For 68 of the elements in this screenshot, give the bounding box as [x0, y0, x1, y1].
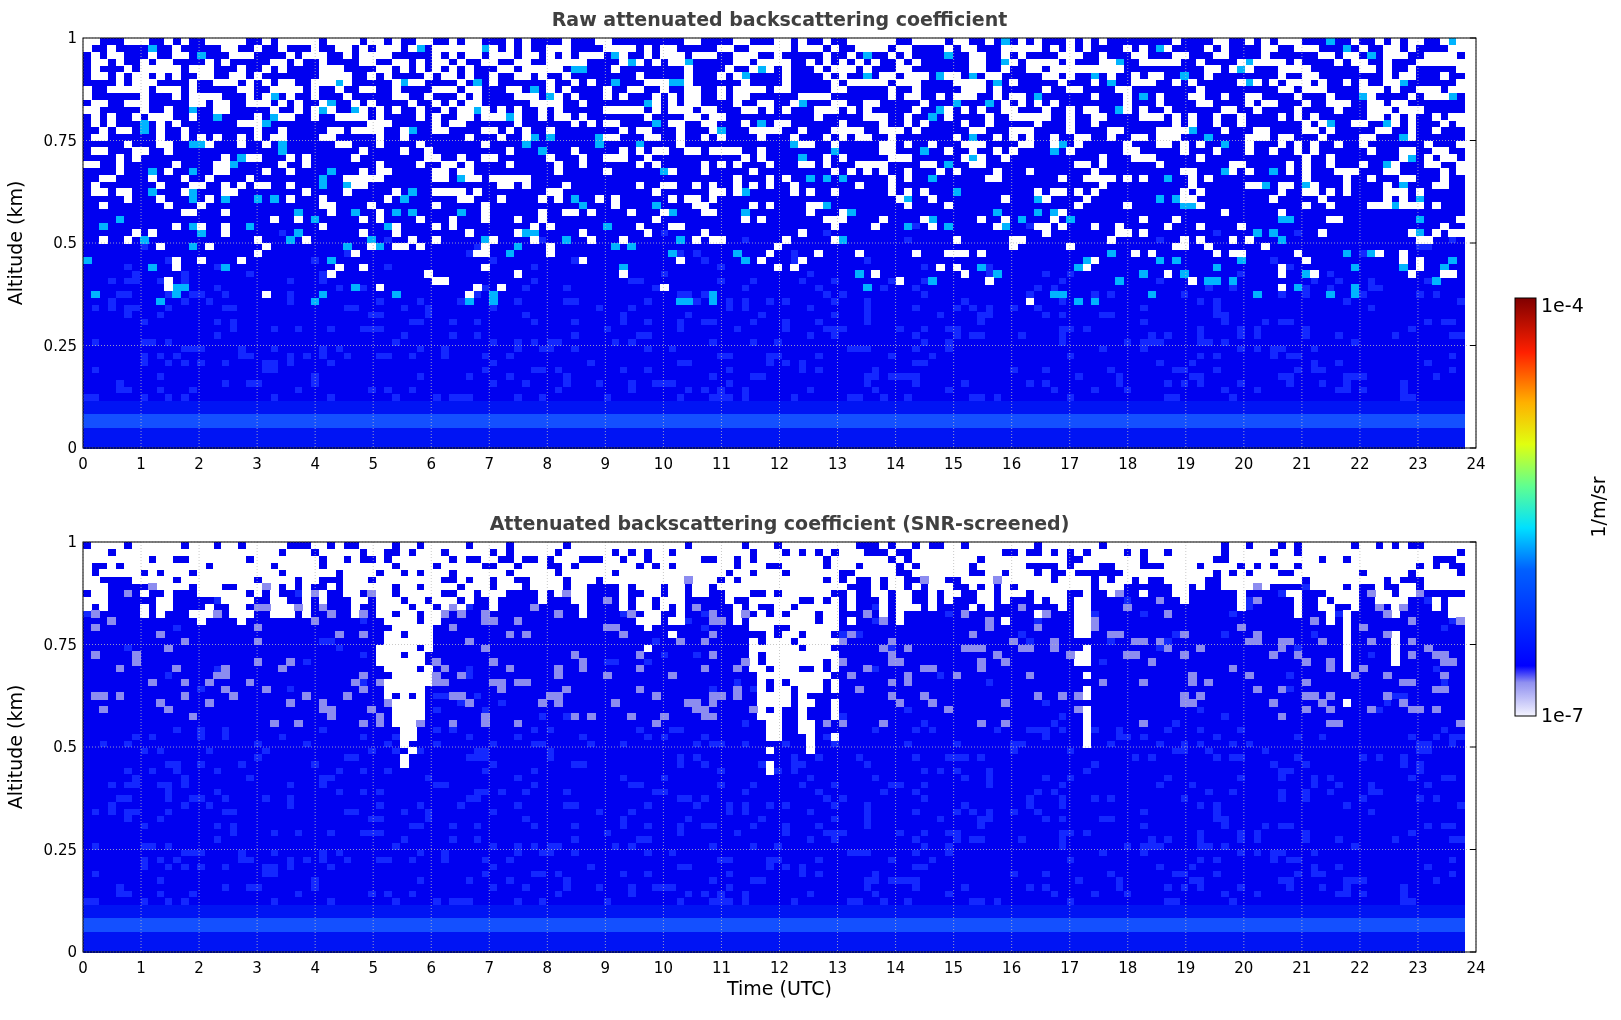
- x-tick-label: 2: [194, 959, 204, 977]
- y-axis-label: Altitude (km): [4, 180, 26, 306]
- x-tick-label: 17: [1060, 959, 1080, 977]
- x-tick-label: 10: [653, 455, 673, 473]
- x-tick-label: 18: [1118, 455, 1138, 473]
- y-tick-label: 1: [67, 29, 77, 47]
- y-axis-label: Altitude (km): [4, 684, 26, 810]
- y-tick-label: 1: [67, 533, 77, 551]
- x-tick-label: 11: [711, 959, 731, 977]
- x-tick-label: 9: [600, 455, 611, 473]
- x-tick-label: 13: [828, 959, 848, 977]
- x-tick-label: 10: [653, 959, 673, 977]
- x-tick-label: 23: [1408, 455, 1428, 473]
- x-tick-label: 9: [600, 959, 611, 977]
- x-tick-label: 24: [1466, 455, 1486, 473]
- x-tick-label: 11: [711, 455, 731, 473]
- y-tick-label: 0.25: [43, 336, 77, 355]
- y-tick-label: 0.75: [43, 635, 77, 654]
- x-tick-label: 22: [1350, 959, 1370, 977]
- x-tick-label: 15: [944, 455, 964, 473]
- x-tick-label: 19: [1176, 959, 1196, 977]
- x-tick-label: 1: [136, 455, 146, 473]
- x-tick-label: 20: [1234, 959, 1254, 977]
- x-tick-label: 20: [1234, 455, 1254, 473]
- x-tick-label: 18: [1118, 959, 1138, 977]
- x-tick-label: 12: [769, 959, 790, 977]
- x-tick-label: 8: [542, 455, 553, 473]
- x-tick-label: 12: [769, 455, 790, 473]
- x-tick-label: 0: [78, 455, 88, 473]
- y-tick-label: 0.75: [43, 131, 77, 150]
- x-tick-label: 5: [368, 959, 378, 977]
- x-tick-label: 22: [1350, 455, 1370, 473]
- x-tick-label: 4: [310, 959, 320, 977]
- x-axis-label: Time (UTC): [727, 977, 832, 999]
- y-tick-label: 0: [67, 943, 77, 961]
- x-tick-label: 15: [944, 959, 964, 977]
- colorbar-max-label: 1e-4: [1541, 296, 1584, 316]
- y-tick-label: 0.5: [53, 234, 77, 252]
- x-tick-label: 0: [78, 959, 88, 977]
- chart-title: Attenuated backscattering coefficient (SNR-screened): [489, 512, 1070, 536]
- x-tick-label: 6: [426, 959, 436, 977]
- x-tick-label: 19: [1176, 455, 1196, 473]
- x-tick-label: 4: [310, 455, 320, 473]
- x-tick-label: 1: [136, 959, 146, 977]
- x-tick-label: 21: [1292, 959, 1312, 977]
- x-tick-label: 21: [1292, 455, 1312, 473]
- x-tick-label: 6: [426, 455, 436, 473]
- x-tick-label: 3: [252, 455, 262, 473]
- y-tick-label: 0.25: [43, 840, 77, 859]
- x-tick-label: 17: [1060, 455, 1080, 473]
- x-tick-label: 2: [194, 455, 204, 473]
- x-tick-label: 8: [542, 959, 553, 977]
- x-tick-label: 7: [484, 455, 495, 473]
- y-tick-label: 0: [67, 439, 77, 457]
- colorbar-label: 1/m/sr: [1587, 476, 1609, 538]
- x-tick-label: 16: [1002, 455, 1022, 473]
- x-tick-label: 7: [484, 959, 495, 977]
- x-tick-label: 24: [1466, 959, 1486, 977]
- x-tick-label: 14: [886, 959, 906, 977]
- x-tick-label: 5: [368, 455, 378, 473]
- x-tick-label: 23: [1408, 959, 1428, 977]
- x-tick-label: 16: [1002, 959, 1022, 977]
- colorbar-min-label: 1e-7: [1541, 704, 1584, 726]
- x-tick-label: 14: [886, 455, 906, 473]
- y-tick-label: 0.5: [53, 738, 77, 756]
- x-tick-label: 3: [252, 959, 262, 977]
- x-tick-label: 13: [828, 455, 848, 473]
- chart-title: Raw attenuated backscattering coefficient: [551, 8, 1008, 32]
